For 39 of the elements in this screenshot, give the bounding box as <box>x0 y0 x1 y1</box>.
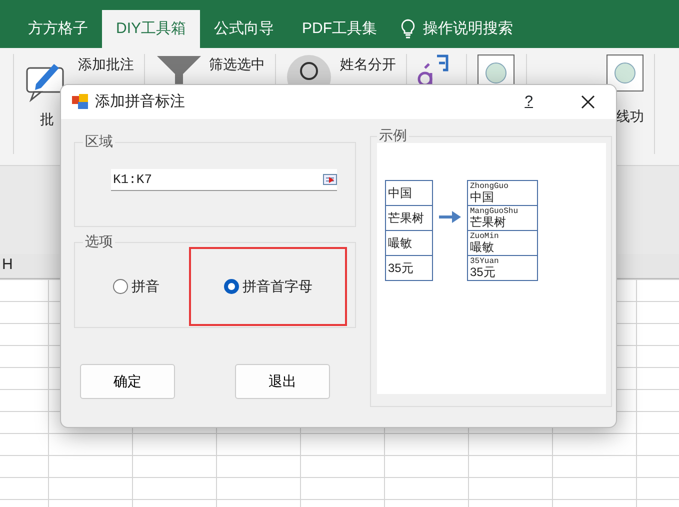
close-button[interactable] <box>580 94 596 110</box>
ribbon-label[interactable]: 添加批注 <box>78 54 134 75</box>
field-value: K1:K7 <box>113 170 154 189</box>
ribbon-label[interactable]: 姓名分开 <box>340 54 396 75</box>
radio-option[interactable]: 拼音首字母 <box>224 276 312 297</box>
table-cell: 中国 <box>386 180 432 206</box>
close-icon <box>581 95 595 109</box>
ribbon-label[interactable]: 线功 <box>616 106 644 127</box>
app-icon <box>71 93 89 111</box>
table-cell: ZuoMin 嘬敏 <box>468 230 538 256</box>
ribbon-tab[interactable]: DIY工具箱 <box>102 10 200 48</box>
group-label: 示例 <box>378 129 408 143</box>
table-cell: 35元 <box>386 256 432 280</box>
ribbon-tab[interactable]: 公式向导 <box>200 10 288 48</box>
dialog-title: 添加拼音标注 <box>95 92 185 112</box>
ribbon-tab[interactable]: PDF工具集 <box>288 10 392 48</box>
help-button[interactable]: ? <box>524 90 534 114</box>
ribbon-label[interactable]: 批 <box>40 109 54 130</box>
radio-button[interactable] <box>112 279 128 294</box>
radio-option[interactable]: 拼音 <box>112 276 160 297</box>
person-icon <box>286 54 332 84</box>
radio-button[interactable] <box>224 279 239 294</box>
dialog-button[interactable]: 退出 <box>235 364 330 399</box>
arrow-icon <box>438 210 462 224</box>
table-cell: ZhongGuo 中国 <box>468 180 538 206</box>
dialog-button[interactable]: 确定 <box>80 364 175 399</box>
ribbon-label[interactable]: 筛选选中 <box>209 54 265 75</box>
range-field[interactable]: K1:K7 <box>111 169 337 191</box>
table-cell: 嘬敏 <box>386 230 432 256</box>
group-label: 区域 <box>84 135 114 149</box>
search-label[interactable]: 操作说明搜索 <box>423 18 514 40</box>
range-select-icon <box>323 174 337 185</box>
group-label: 选项 <box>84 235 114 249</box>
table-cell: MangGuoShu 芒果树 <box>468 206 538 230</box>
table-cell: 芒果树 <box>386 206 432 230</box>
column-header: H <box>2 256 13 273</box>
ribbon-tab[interactable]: 方方格子 <box>14 10 102 48</box>
lightbulb-icon <box>401 19 416 39</box>
table-cell: 35Yuan 35元 <box>468 256 538 280</box>
